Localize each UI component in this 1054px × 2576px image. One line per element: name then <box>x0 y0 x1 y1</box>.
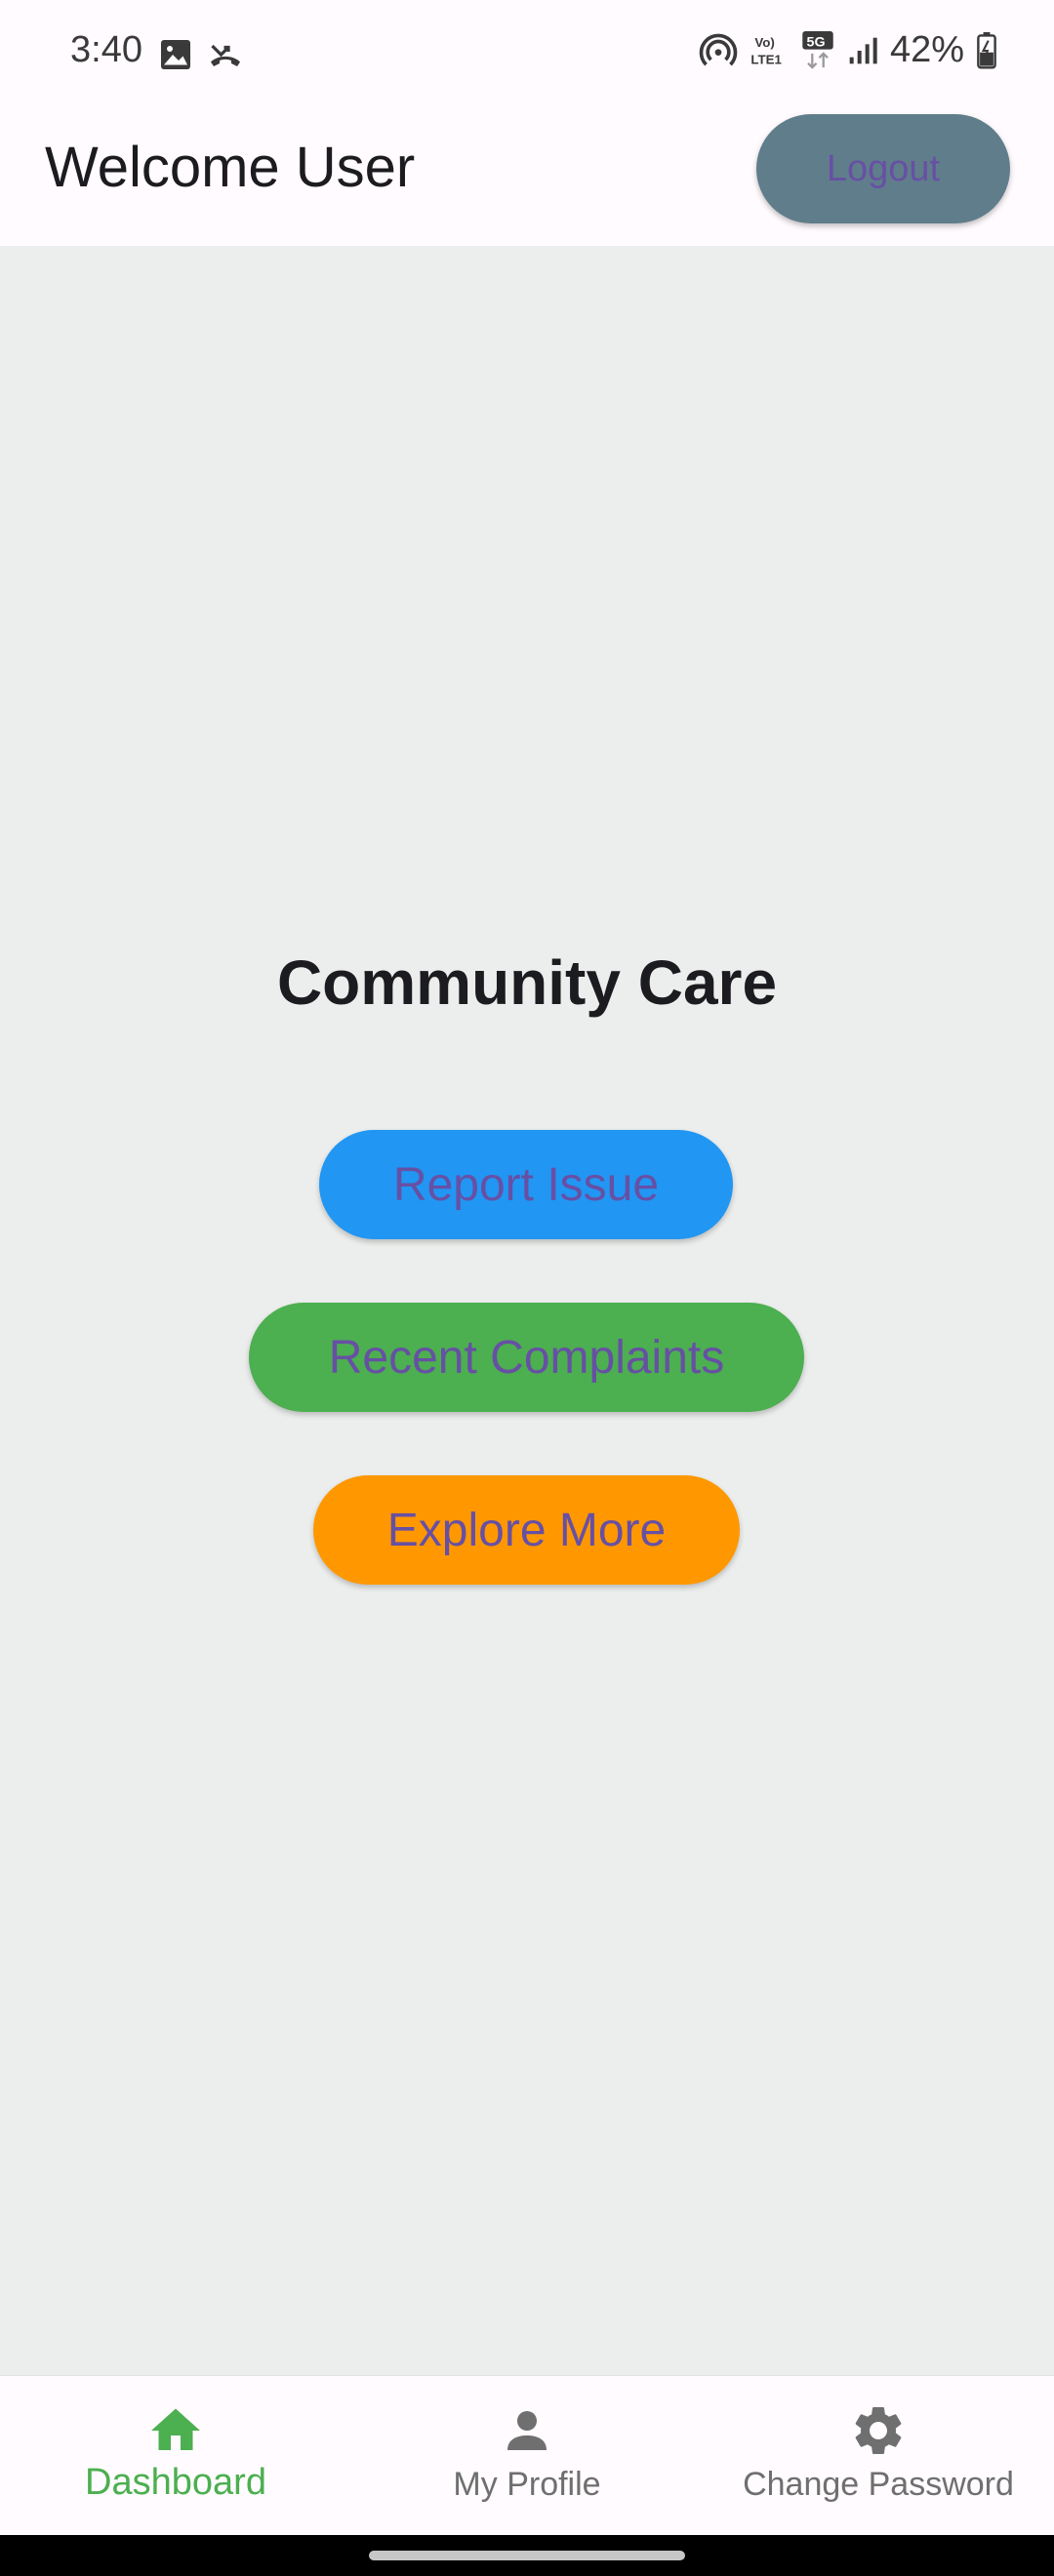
hotspot-icon <box>699 33 738 65</box>
bottom-nav: Dashboard My Profile Change Password <box>0 2375 1054 2536</box>
status-bar: 3:40 Vo) LTE1 5G 42% <box>0 0 1054 109</box>
volte-icon: Vo) LTE1 <box>750 35 782 66</box>
status-icons-left <box>158 37 244 72</box>
signal-icon <box>849 37 877 63</box>
nav-item-my-profile[interactable]: My Profile <box>351 2376 703 2536</box>
status-time: 3:40 <box>70 29 142 70</box>
nav-item-change-password[interactable]: Change Password <box>703 2376 1054 2536</box>
home-icon <box>151 2408 200 2450</box>
nav-item-dashboard[interactable]: Dashboard <box>0 2376 351 2536</box>
logout-button[interactable]: Logout <box>756 114 1010 223</box>
system-gesture-bar <box>0 2535 1054 2576</box>
page-title: Welcome User <box>45 136 416 199</box>
app-screen: 3:40 Vo) LTE1 5G 42% Welcome User Logout… <box>0 0 1054 2576</box>
svg-text:5G: 5G <box>807 34 826 50</box>
nav-label-my-profile: My Profile <box>453 2466 601 2503</box>
person-icon <box>507 2411 547 2450</box>
app-bar: Welcome User Logout <box>0 109 1054 246</box>
gear-icon <box>855 2407 902 2454</box>
nav-label-dashboard: Dashboard <box>85 2462 266 2503</box>
dashboard-body: Community Care Report Issue Recent Compl… <box>0 246 1054 2375</box>
5g-icon: 5G <box>802 30 833 69</box>
missed-call-icon <box>211 44 240 66</box>
svg-text:LTE1: LTE1 <box>750 52 782 66</box>
home-gesture-handle[interactable] <box>369 2551 685 2560</box>
report-issue-button[interactable]: Report Issue <box>319 1130 733 1239</box>
app-heading: Community Care <box>276 947 778 1018</box>
status-icons-right: Vo) LTE1 5G 42% <box>699 29 997 71</box>
svg-text:Vo): Vo) <box>754 35 774 50</box>
nav-label-change-password: Change Password <box>743 2466 1014 2503</box>
explore-more-button[interactable]: Explore More <box>313 1475 740 1585</box>
recent-complaints-button[interactable]: Recent Complaints <box>249 1303 804 1412</box>
battery-percentage: 42% <box>889 29 964 70</box>
gallery-icon <box>161 40 190 69</box>
battery-icon <box>977 31 996 68</box>
